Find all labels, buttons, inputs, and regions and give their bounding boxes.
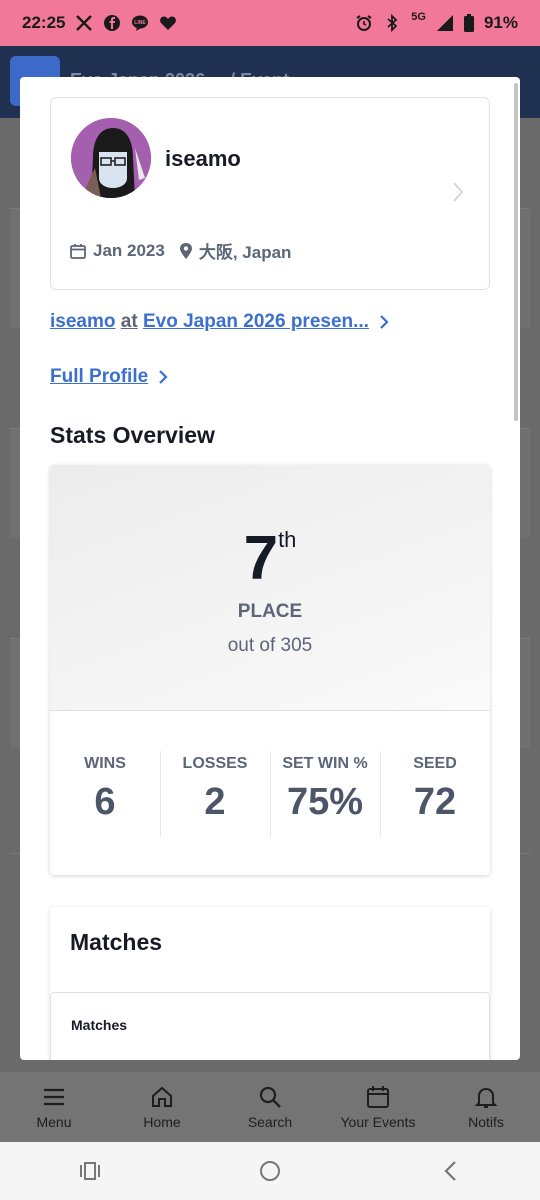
scrollbar[interactable] [514, 83, 518, 421]
gamertag: iseamo [165, 146, 241, 171]
entrant-event-link[interactable]: iseamo at Evo Japan 2026 presen... [50, 311, 389, 333]
event-name-link[interactable]: Evo Japan 2026 presen... [143, 311, 369, 332]
profile-meta: Jan 2023 大阪, Japan [69, 238, 305, 263]
nav-label: Home [143, 1114, 181, 1130]
network-label: 5G [411, 11, 426, 23]
stat-seed: SEED 72 [380, 711, 490, 875]
facebook-icon [103, 14, 121, 32]
stats-overview-title: Stats Overview [50, 422, 215, 448]
profile-card[interactable]: iseamo Jan 2023 大阪, Japan [50, 97, 490, 290]
bell-icon [474, 1087, 498, 1108]
matches-table-header: Matches [71, 1017, 128, 1033]
stat-row: WINS 6 LOSSES 2 SET WIN % 75% SEED 72 [50, 711, 490, 875]
search-icon [259, 1086, 281, 1108]
location-pin-icon [179, 242, 192, 259]
at-text: at [120, 311, 138, 332]
stat-value: 75% [286, 781, 364, 823]
stat-losses: LOSSES 2 [160, 711, 270, 875]
x-icon [75, 14, 93, 32]
matches-title: Matches [70, 929, 163, 955]
line-icon: LINE [131, 14, 149, 32]
battery-icon [463, 14, 474, 32]
nav-label: Your Events [340, 1114, 416, 1130]
stat-wins: WINS 6 [50, 711, 160, 875]
placement-suffix: th [278, 527, 297, 552]
back-button[interactable] [420, 1151, 480, 1191]
battery-percent: 91% [483, 13, 518, 32]
home-system-button[interactable] [240, 1151, 300, 1191]
chevron-right-icon [380, 315, 389, 329]
circle-home-icon [260, 1161, 280, 1181]
nav-label: Notifs [468, 1114, 504, 1130]
stat-label: SEED [413, 755, 457, 772]
system-nav-bar [0, 1142, 540, 1200]
stat-label: WINS [84, 755, 126, 772]
player-modal: iseamo Jan 2023 大阪, Japan iseamo at Evo … [20, 77, 520, 1060]
bottom-nav: Menu Home Search Your Events Notifs [0, 1072, 540, 1142]
nav-label: Menu [36, 1114, 72, 1130]
svg-text:LINE: LINE [135, 20, 147, 26]
calendar-icon [367, 1086, 389, 1108]
back-chevron-icon [444, 1161, 456, 1181]
alarm-icon [355, 14, 373, 32]
nav-menu[interactable]: Menu [0, 1072, 108, 1142]
home-icon [152, 1086, 172, 1107]
placement-panel: 7th PLACE out of 305 [50, 465, 490, 711]
nav-your-events[interactable]: Your Events [324, 1072, 432, 1142]
nav-home[interactable]: Home [108, 1072, 216, 1142]
placement-label: PLACE [237, 601, 303, 622]
placement-number: 7 [243, 524, 279, 593]
menu-icon [44, 1088, 64, 1106]
stat-value: 6 [94, 781, 116, 823]
matches-card: Matches Matches [50, 907, 490, 1060]
stat-label: SET WIN % [282, 755, 368, 772]
chevron-right-icon [453, 182, 464, 202]
recents-button[interactable] [60, 1151, 120, 1191]
status-bar: 22:25 LINE 5G 91% [0, 0, 540, 46]
full-profile-label[interactable]: Full Profile [50, 366, 148, 388]
full-profile-link[interactable]: Full Profile [50, 366, 168, 388]
stat-label: LOSSES [182, 755, 248, 772]
stat-value: 72 [413, 781, 457, 823]
stat-set-win-percent: SET WIN % 75% [270, 711, 380, 875]
placement-out-of: out of 305 [227, 635, 313, 656]
recents-icon [80, 1162, 100, 1180]
avatar [71, 118, 151, 198]
joined-date: Jan 2023 [93, 240, 165, 260]
heart-icon [159, 14, 177, 32]
nav-search[interactable]: Search [216, 1072, 324, 1142]
chevron-right-icon [159, 370, 168, 384]
placement: 7th [50, 523, 490, 594]
stats-card: 7th PLACE out of 305 WINS 6 LOSSES 2 SET… [50, 465, 490, 875]
clock: 22:25 [22, 13, 66, 32]
stat-value: 2 [204, 781, 226, 823]
location: 大阪, Japan [198, 243, 292, 262]
nav-label: Search [247, 1114, 293, 1130]
signal-icon [436, 14, 454, 32]
entrant-name-link[interactable]: iseamo [50, 311, 115, 332]
matches-table: Matches [50, 992, 490, 1060]
calendar-icon [70, 243, 86, 259]
bluetooth-icon [383, 14, 401, 32]
nav-notifs[interactable]: Notifs [432, 1072, 540, 1142]
